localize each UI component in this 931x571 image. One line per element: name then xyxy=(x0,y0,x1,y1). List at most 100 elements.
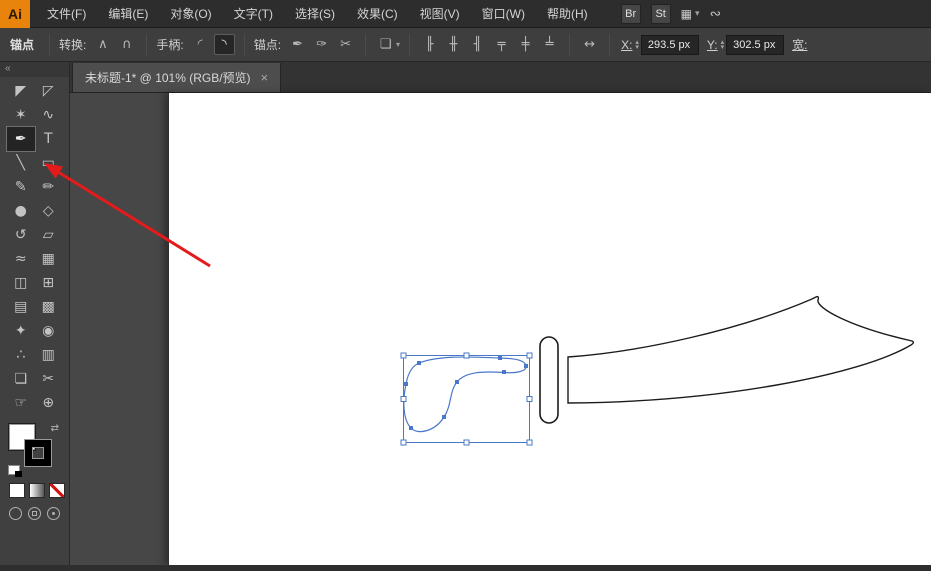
gradient-tool[interactable]: ▩ xyxy=(35,295,63,319)
menu-item-1[interactable]: 编辑(E) xyxy=(97,0,159,27)
anchor-icon-group: ✒✑✂ xyxy=(287,34,356,55)
perspective-grid-tool[interactable]: ⊞ xyxy=(35,271,63,295)
artboard[interactable] xyxy=(168,93,931,565)
column-graph-tool[interactable]: ▥ xyxy=(35,343,63,367)
convert-label: 转换: xyxy=(59,36,86,53)
isolate-object-icon: ❏ xyxy=(380,37,392,52)
isolate-object-button[interactable]: ❏ xyxy=(375,34,396,55)
gradient-mode-button[interactable] xyxy=(29,483,45,498)
draw-inside-button[interactable] xyxy=(47,507,60,520)
color-mode-button[interactable] xyxy=(9,483,25,498)
handles-label: 手柄: xyxy=(156,36,183,53)
chevron-down-icon[interactable]: ▾ xyxy=(396,40,400,49)
menu-item-0[interactable]: 文件(F) xyxy=(36,0,97,27)
menu-right-icons: Br St ▦ ▾ ∾ xyxy=(621,4,722,24)
separator xyxy=(146,34,147,56)
width-label[interactable]: 宽: xyxy=(792,36,807,53)
rotate-tool[interactable]: ↺ xyxy=(7,223,35,247)
align-top-icon[interactable]: ╤ xyxy=(491,34,512,55)
none-mode-button[interactable] xyxy=(49,483,65,498)
align-left-icon[interactable]: ╟ xyxy=(419,34,440,55)
stepper-down-icon[interactable]: ▾ xyxy=(721,45,725,50)
y-input[interactable]: 302.5 px xyxy=(726,35,784,55)
selection-tool[interactable]: ◤ xyxy=(7,79,35,103)
chevron-down-icon: ▾ xyxy=(695,9,700,19)
delete-anchor-icon[interactable]: ✒ xyxy=(287,34,308,55)
separator xyxy=(609,34,610,56)
x-label[interactable]: X: xyxy=(621,38,632,52)
swatch-mode-buttons xyxy=(9,483,69,498)
document-tab[interactable]: 未标题-1* @ 101% (RGB/预览) × xyxy=(72,63,281,92)
add-anchor-icon[interactable]: ✑ xyxy=(311,34,332,55)
menu-item-4[interactable]: 选择(S) xyxy=(284,0,346,27)
draw-normal-button[interactable] xyxy=(9,507,22,520)
type-tool[interactable]: T xyxy=(35,127,63,151)
transform-icon[interactable]: ↔ xyxy=(579,34,600,55)
shape-builder-tool[interactable]: ◫ xyxy=(7,271,35,295)
free-transform-tool[interactable]: ▦ xyxy=(35,247,63,271)
menu-items: 文件(F)编辑(E)对象(O)文字(T)选择(S)效果(C)视图(V)窗口(W)… xyxy=(36,0,599,27)
workspace-switcher-icon[interactable]: ▦ ▾ xyxy=(681,7,700,21)
handle-icon-group: ◜◝ xyxy=(190,34,235,55)
y-label[interactable]: Y: xyxy=(707,38,718,52)
canvas-area[interactable] xyxy=(70,93,931,565)
align-v-center-icon[interactable]: ╪ xyxy=(515,34,536,55)
symbol-sprayer-tool[interactable]: ∴ xyxy=(7,343,35,367)
blend-tool[interactable]: ◉ xyxy=(35,319,63,343)
artboard-tool[interactable]: ❏ xyxy=(7,367,35,391)
panel-collapse-button[interactable]: « xyxy=(0,62,69,77)
separator xyxy=(365,34,366,56)
convert-to-corner-icon[interactable]: ∧ xyxy=(92,34,113,55)
line-segment-tool[interactable]: ╲ xyxy=(7,151,35,175)
zoom-tool[interactable]: ⊕ xyxy=(35,391,63,415)
mesh-tool[interactable]: ▤ xyxy=(7,295,35,319)
br-badge[interactable]: Br xyxy=(621,4,641,24)
st-badge[interactable]: St xyxy=(651,4,671,24)
magic-wand-tool[interactable]: ✶ xyxy=(7,103,35,127)
slice-tool[interactable]: ✂ xyxy=(35,367,63,391)
menu-item-8[interactable]: 帮助(H) xyxy=(536,0,599,27)
stepper-down-icon[interactable]: ▾ xyxy=(635,45,639,50)
rectangle-tool[interactable]: ▭ xyxy=(35,151,63,175)
align-bottom-icon[interactable]: ╧ xyxy=(539,34,560,55)
separator xyxy=(49,34,50,56)
cut-path-icon[interactable]: ✂ xyxy=(335,34,356,55)
convert-to-smooth-icon[interactable]: ∩ xyxy=(116,34,137,55)
draw-behind-button[interactable] xyxy=(28,507,41,520)
show-handles-icon[interactable]: ◜ xyxy=(190,34,211,55)
menu-item-5[interactable]: 效果(C) xyxy=(346,0,409,27)
default-fill-stroke-icon[interactable] xyxy=(8,465,20,475)
eraser-tool[interactable]: ◇ xyxy=(35,199,63,223)
convert-icon-group: ∧∩ xyxy=(92,34,137,55)
lasso-tool[interactable]: ∿ xyxy=(35,103,63,127)
pen-tool[interactable]: ✒ xyxy=(7,127,35,151)
menu-bar: Ai 文件(F)编辑(E)对象(O)文字(T)选择(S)效果(C)视图(V)窗口… xyxy=(0,0,931,28)
width-tool[interactable]: ≈ xyxy=(7,247,35,271)
align-right-icon[interactable]: ╢ xyxy=(467,34,488,55)
cs-live-icon[interactable]: ∾ xyxy=(710,6,722,22)
stroke-color-swatch[interactable] xyxy=(25,440,51,466)
paintbrush-tool[interactable]: ✎ xyxy=(7,175,35,199)
swap-fill-stroke-icon[interactable]: ⇄ xyxy=(51,423,59,434)
hand-tool[interactable]: ☞ xyxy=(7,391,35,415)
menu-item-6[interactable]: 视图(V) xyxy=(409,0,471,27)
status-strip xyxy=(0,565,931,571)
menu-item-2[interactable]: 对象(O) xyxy=(159,0,222,27)
x-stepper[interactable]: ▴ ▾ xyxy=(635,40,639,50)
align-h-center-icon[interactable]: ╫ xyxy=(443,34,464,55)
menu-item-7[interactable]: 窗口(W) xyxy=(471,0,536,27)
tool-grid: ◤◸✶∿✒T╲▭✎✏●◇↺▱≈▦◫⊞▤▩✦◉∴▥❏✂☞⊕ xyxy=(0,77,69,415)
app-logo[interactable]: Ai xyxy=(0,0,30,28)
hide-handles-icon[interactable]: ◝ xyxy=(214,34,235,55)
x-input[interactable]: 293.5 px xyxy=(641,35,699,55)
eyedropper-tool[interactable]: ✦ xyxy=(7,319,35,343)
tab-close-icon[interactable]: × xyxy=(261,70,269,85)
pencil-tool[interactable]: ✏ xyxy=(35,175,63,199)
collapse-icon: « xyxy=(5,63,11,74)
blob-brush-tool[interactable]: ● xyxy=(7,199,35,223)
workspace-grid-icon: ▦ xyxy=(681,7,692,21)
menu-item-3[interactable]: 文字(T) xyxy=(223,0,284,27)
direct-selection-tool[interactable]: ◸ xyxy=(35,79,63,103)
y-stepper[interactable]: ▴ ▾ xyxy=(721,40,725,50)
scale-tool[interactable]: ▱ xyxy=(35,223,63,247)
